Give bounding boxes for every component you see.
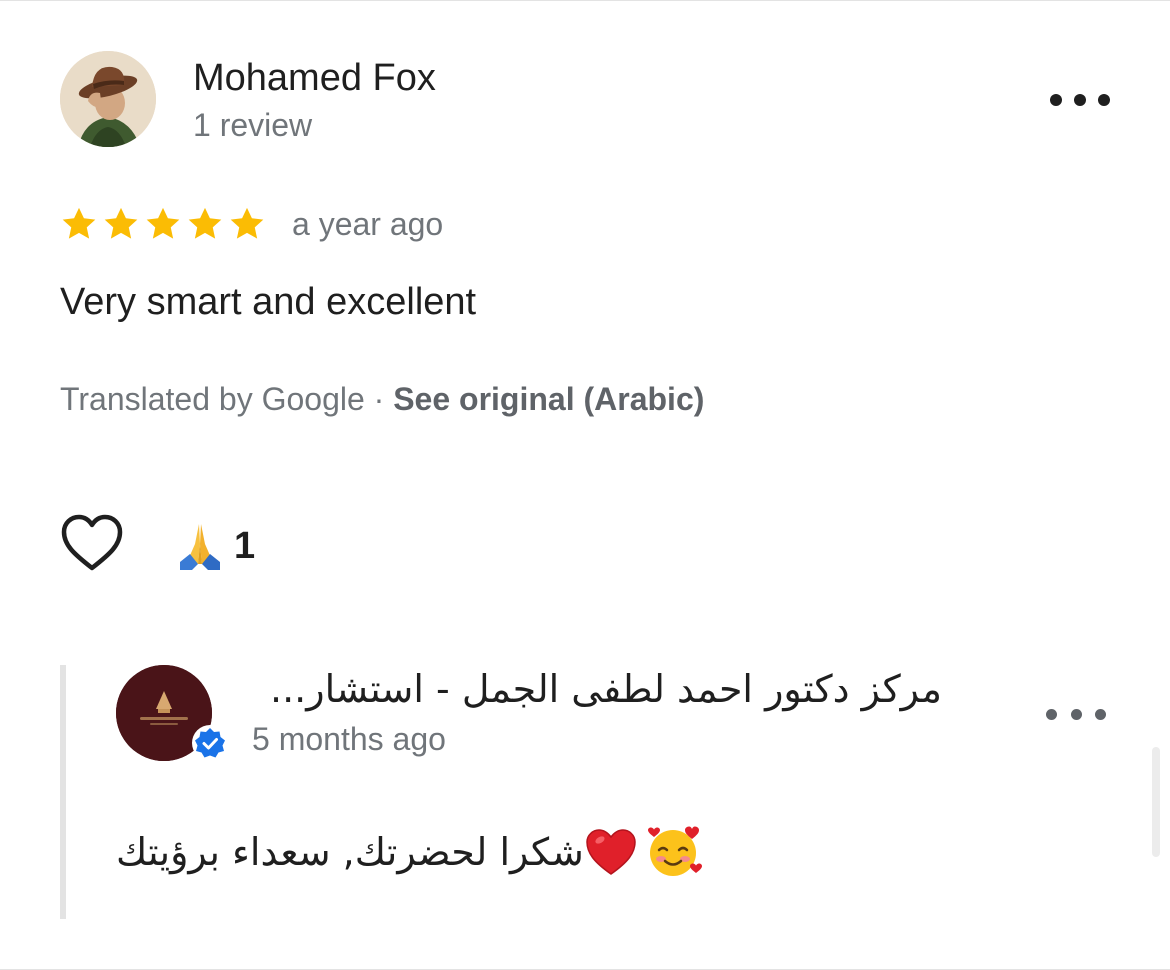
author-name[interactable]: Mohamed Fox: [193, 57, 436, 100]
owner-name[interactable]: مركز دكتور احمد لطفى الجمل - استشار...: [252, 667, 942, 711]
separator: ·: [373, 381, 385, 417]
star-icon: [62, 207, 96, 239]
more-dot: [1095, 708, 1106, 720]
star-icon: [188, 207, 222, 239]
scrollbar[interactable]: [1152, 747, 1160, 857]
review-text: Very smart and excellent: [60, 281, 477, 323]
translation-notice: Translated by Google · See original (Ara…: [60, 381, 704, 418]
translated-by-label: Translated by Google: [60, 381, 365, 417]
smiling-face-with-hearts-emoji: [647, 826, 702, 876]
star-icon: [104, 207, 138, 239]
more-options-button[interactable]: [1050, 87, 1110, 113]
review-card: Mohamed Fox 1 review a year ago Very sma…: [0, 0, 1170, 970]
more-horizontal-icon: [1046, 708, 1057, 720]
review-date: a year ago: [292, 205, 444, 242]
red-heart-emoji: [586, 829, 636, 875]
folded-hands-emoji: [180, 524, 220, 570]
more-dot: [1098, 94, 1110, 106]
reaction-chip[interactable]: 1: [174, 520, 255, 572]
star-icon: [146, 207, 180, 239]
more-horizontal-icon: [1050, 94, 1062, 106]
author-review-count[interactable]: 1 review: [193, 107, 312, 144]
author-avatar[interactable]: [60, 51, 156, 147]
owner-reply: مركز دكتور احمد لطفى الجمل - استشار... 5…: [60, 665, 1116, 919]
reply-text-arabic: شكرا لحضرتك, سعداء برؤيتك: [116, 830, 584, 874]
star-icon: [230, 207, 264, 239]
reply-text: شكرا لحضرتك, سعداء برؤيتك: [116, 825, 704, 879]
reply-date: 5 months ago: [252, 721, 446, 757]
reaction-count: 1: [234, 524, 256, 567]
heart-outline-icon: [61, 514, 123, 571]
reactions-bar: 1: [60, 511, 255, 581]
reply-more-options-button[interactable]: [1046, 701, 1106, 727]
like-button[interactable]: [60, 514, 130, 578]
star-rating: [60, 205, 266, 243]
review-header: Mohamed Fox 1 review: [60, 51, 1110, 151]
rating-row: a year ago: [60, 201, 443, 247]
more-dot: [1070, 708, 1082, 720]
more-dot: [1074, 94, 1086, 106]
see-original-link[interactable]: See original (Arabic): [393, 381, 704, 417]
verified-badge-icon: [192, 725, 228, 761]
